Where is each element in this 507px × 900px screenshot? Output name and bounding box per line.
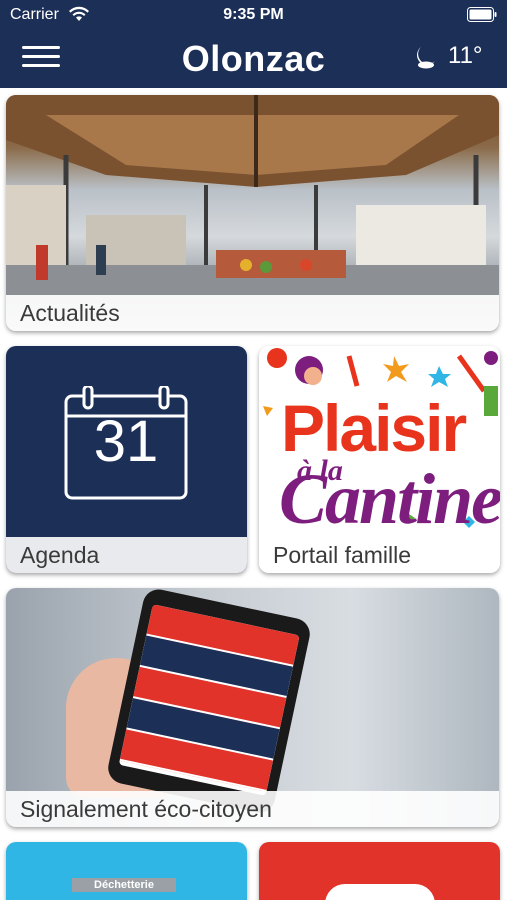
tile-agenda[interactable]: 31 Agenda: [6, 346, 247, 573]
tile-signalement[interactable]: Signalement éco-citoyen: [6, 588, 499, 827]
tile-label-signalement: Signalement éco-citoyen: [6, 791, 499, 827]
app-header: Carrier 9:35 PM Olonzac 11°: [0, 0, 507, 88]
tile-label-agenda: Agenda: [6, 537, 247, 573]
tile-portail-famille[interactable]: Plaisir Cantine à la Portail famille: [259, 346, 500, 573]
red-tile-shape: [325, 884, 435, 900]
dechetterie-sign: Déchetterie: [72, 878, 176, 892]
phone-image: [105, 588, 313, 816]
tile-dechetterie[interactable]: Déchetterie: [6, 842, 247, 900]
tile-label-portail-famille: Portail famille: [259, 537, 500, 573]
tile-label-actualites: Actualités: [6, 295, 499, 331]
status-time: 9:35 PM: [223, 6, 284, 23]
status-bar: Carrier 9:35 PM: [0, 0, 507, 30]
temperature-label: 11°: [448, 42, 483, 69]
tile-actualites[interactable]: Actualités: [6, 95, 499, 331]
moon-icon: [417, 47, 435, 69]
calendar-day: 31: [93, 409, 159, 474]
cantine-ala-text: à la: [297, 454, 343, 487]
battery-icon: [467, 7, 497, 22]
tile-red[interactable]: [259, 842, 500, 900]
